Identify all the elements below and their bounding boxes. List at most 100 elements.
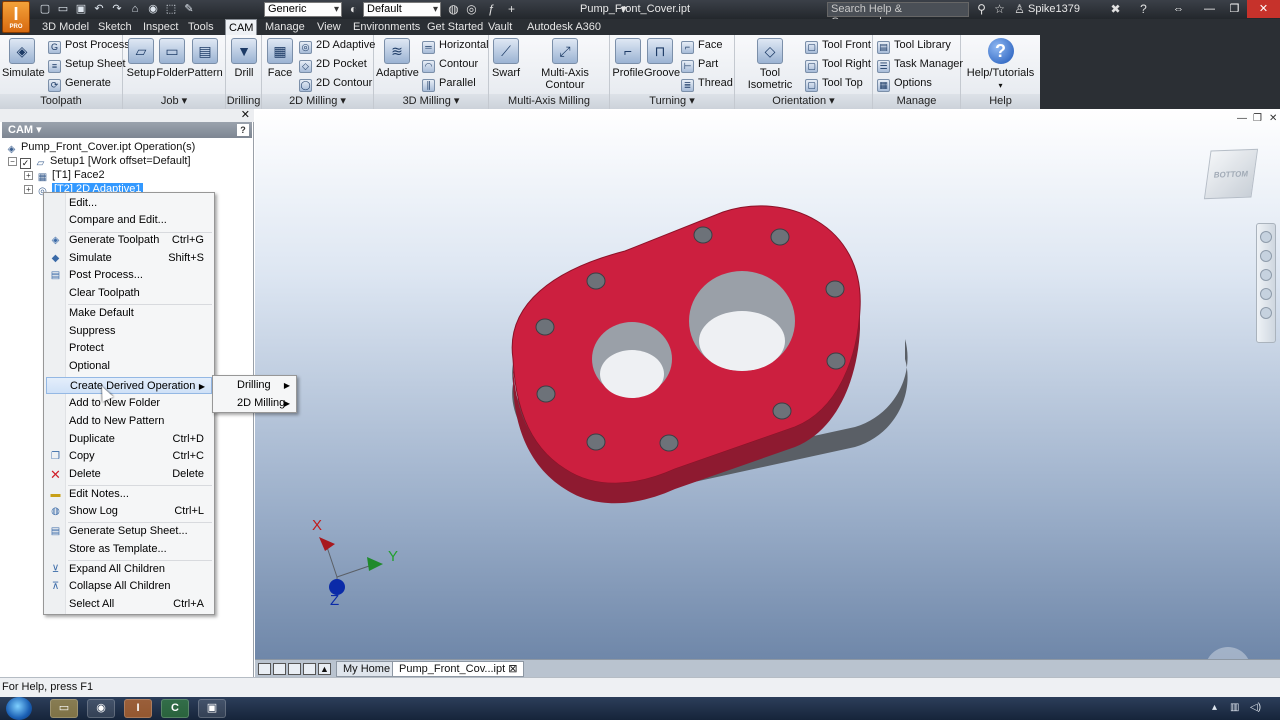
tool-right-button[interactable]: ▢ Tool Right [805,55,871,73]
user-name[interactable]: Spike1379 [1028,3,1080,15]
2d-adaptive-button[interactable]: ◎ 2D Adaptive [299,36,375,54]
tab-get-started[interactable]: Get Started [424,19,486,35]
menu-item-store-as-template[interactable]: Store as Template... [46,541,212,558]
options-button[interactable]: ▦ Options [877,74,932,92]
volume-icon[interactable]: ◁) [1250,702,1261,713]
tool-top-button[interactable]: ▢ Tool Top [805,74,863,92]
tool-isometric-button[interactable]: ◇ Tool Isometric [737,38,803,91]
menu-item-simulate[interactable]: ◆ Simulate Shift+S [46,250,212,267]
drill-button[interactable]: ▼ Drill [229,38,259,79]
tab-inspect[interactable]: Inspect [140,19,181,35]
chrome-icon[interactable]: ◉ [87,699,115,718]
part-model[interactable]: X Y Z [255,109,1280,659]
redo-icon[interactable]: ↷ [110,2,124,16]
panel-label-3d-milling[interactable]: 3D Milling ▾ [374,94,488,109]
post-process-button[interactable]: G Post Process [48,36,130,54]
help-tutorials-button[interactable]: ? Help/Tutorials ▾ [963,38,1038,91]
browser-header[interactable]: CAM ▾ ? [2,122,252,138]
contour-button[interactable]: ◠ Contour [422,55,478,73]
select-icon[interactable]: ⬚ [164,2,178,16]
menu-item-make-default[interactable]: Make Default [46,305,212,322]
tab-cam[interactable]: CAM [225,19,258,35]
tree-op-face2[interactable]: + ▦ [T1] Face2 [24,168,105,183]
menu-item-copy[interactable]: ❐ Copy Ctrl+C [46,448,212,465]
task-manager-button[interactable]: ☰ Task Manager [877,55,963,73]
restore-ribbon-icon[interactable]: ⇔ [1165,0,1192,18]
browser-close-icon[interactable]: ✕ [241,109,250,121]
tile-grid-icon[interactable] [273,663,286,675]
menu-item-delete[interactable]: ✕ Delete Delete [46,466,212,483]
steering-wheel-icon[interactable] [1260,231,1272,243]
generate-button[interactable]: ⟳ Generate [48,74,111,92]
help-icon[interactable]: ? [1136,2,1151,17]
recorder-icon[interactable]: ▣ [198,699,226,718]
zoom-icon[interactable] [1260,269,1272,281]
submenu-item-drilling[interactable]: Drilling ▶ [215,377,296,394]
groove-button[interactable]: ⊓ Groove [644,38,680,79]
start-button[interactable] [6,697,32,720]
user-icon[interactable]: ♙ [1012,2,1027,17]
pan-icon[interactable] [1260,250,1272,262]
pattern-button[interactable]: ▤ Pattern [187,38,223,79]
fx-icon[interactable]: ƒ [484,2,499,17]
viewcube[interactable]: BOTTOM [1203,148,1259,200]
simulate-button[interactable]: ◈ Simulate [2,38,45,79]
tool-library-button[interactable]: ▤ Tool Library [877,36,951,54]
multi-axis-contour-button[interactable]: ⤢ Multi-Axis Contour [522,38,608,91]
thread-button[interactable]: ≣ Thread [681,74,733,92]
camtasia-icon[interactable]: C [161,699,189,718]
menu-item-edit-notes[interactable]: ▬ Edit Notes... [46,486,212,503]
material-dropdown[interactable]: Default [363,2,441,17]
tab-environments[interactable]: Environments [350,19,423,35]
collapse-icon[interactable]: − [8,157,17,166]
menu-item-protect[interactable]: Protect [46,340,212,357]
panel-label-2d-milling[interactable]: 2D Milling ▾ [262,94,373,109]
close-icon[interactable]: ✕ [1247,0,1280,18]
tab-autodesk-a360[interactable]: Autodesk A360 [524,19,604,35]
appearance-dropdown[interactable]: Generic [264,2,342,17]
appearance-icon[interactable]: ◐ [346,2,361,17]
menu-item-add-to-new-pattern[interactable]: Add to New Pattern [46,413,212,430]
measure-icon[interactable]: ✎ [182,2,196,16]
tree-root[interactable]: ◈ Pump_Front_Cover.ipt Operation(s) [5,140,196,155]
menu-item-compare-and-edit[interactable]: Compare and Edit... [46,212,212,229]
tab-3d-model[interactable]: 3D Model [39,19,92,35]
application-menu-button[interactable]: I PRO [2,1,30,33]
explorer-icon[interactable]: ▭ [50,699,78,718]
menu-item-generate-toolpath[interactable]: ◈ Generate Toolpath Ctrl+G [46,232,212,249]
2d-pocket-button[interactable]: ◇ 2D Pocket [299,55,367,73]
new-icon[interactable]: ▢ [38,2,52,16]
menu-item-collapse-all-children[interactable]: ⊼ Collapse All Children [46,578,212,595]
tree-setup[interactable]: − ✓ ▱ Setup1 [Work offset=Default] [8,154,191,169]
adjust-icon[interactable]: ◍ [446,2,461,17]
tab-view[interactable]: View [314,19,344,35]
browser-help-icon[interactable]: ? [237,124,249,136]
tab-manage[interactable]: Manage [262,19,308,35]
save-icon[interactable]: ▣ [74,2,88,16]
adaptive-button[interactable]: ≋ Adaptive [376,38,419,79]
doc-tab-my-home[interactable]: My Home [336,661,398,677]
menu-item-show-log[interactable]: ◍ Show Log Ctrl+L [46,503,212,520]
profile-button[interactable]: ⌐ Profile [612,38,644,79]
look-at-icon[interactable] [1260,307,1272,319]
turning-face-button[interactable]: ⌐ Face [681,36,722,54]
folder-button[interactable]: ▭ Folder [156,38,188,79]
submenu-item-2d-milling[interactable]: 2D Milling ▶ [215,395,296,412]
tool-front-button[interactable]: ▢ Tool Front [805,36,871,54]
menu-item-edit[interactable]: Edit... [46,195,212,212]
menu-item-create-derived-operation[interactable]: Create Derived Operation ▶ [46,377,212,394]
expand-icon[interactable]: + [24,185,33,194]
cascade-icon[interactable] [288,663,301,675]
update-icon[interactable]: ◉ [146,2,160,16]
doc-tab-pump-front-cover[interactable]: Pump_Front_Cov...ipt ⊠ [392,661,525,677]
face-button[interactable]: ▦ Face [265,38,295,79]
part-button[interactable]: ⊢ Part [681,55,718,73]
plus-icon[interactable]: + [504,2,519,17]
tray-arrow-icon[interactable]: ▴ [1212,702,1217,713]
2d-contour-button[interactable]: ◯ 2D Contour [299,74,372,92]
setup-sheet-button[interactable]: ≡ Setup Sheet [48,55,126,73]
swarf-button[interactable]: ⟋ Swarf [491,38,521,79]
inventor-icon[interactable]: I [124,699,152,718]
menu-item-select-all[interactable]: Select All Ctrl+A [46,596,212,613]
network-icon[interactable]: ▥ [1230,702,1239,713]
